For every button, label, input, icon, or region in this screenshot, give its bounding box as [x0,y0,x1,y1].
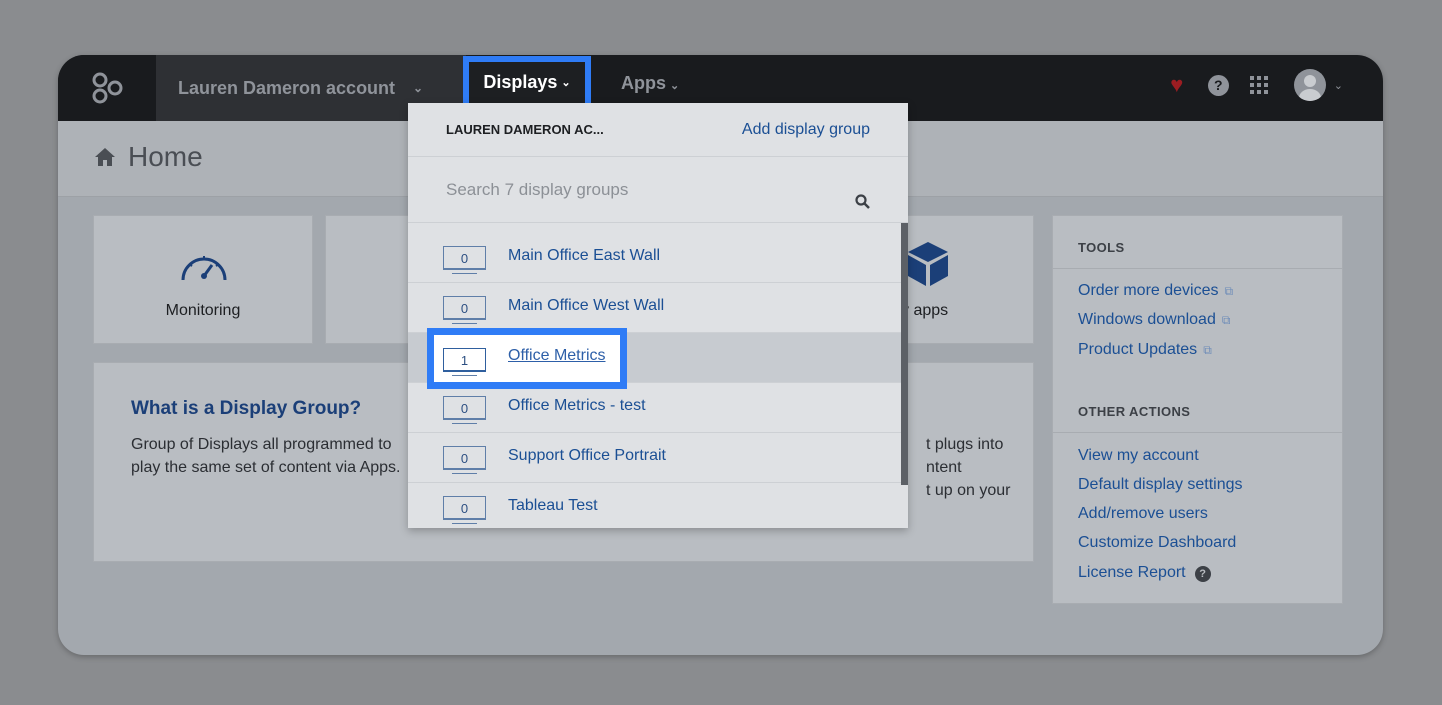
dropdown-scrollbar[interactable] [901,223,908,485]
search-icon[interactable] [855,194,870,209]
displays-dropdown: LAUREN DAMERON AC... Add display group 0… [408,103,908,528]
display-count-badge: 0 [443,396,486,424]
dropdown-search [408,157,908,223]
order-devices-label: Order more devices [1078,282,1219,299]
info-text: Group of Displays all programmed to play… [131,436,401,476]
chevron-down-icon[interactable]: ⌄ [1334,79,1343,92]
display-group-name[interactable]: Tableau Test [508,497,598,515]
chevron-down-icon: ⌄ [413,81,424,95]
help-icon[interactable]: ? [1207,74,1229,96]
topbar-icons: ♥ ? ⌄ [1156,69,1343,101]
display-group-row[interactable]: 0 Support Office Portrait [408,433,901,483]
office-metrics-highlight[interactable]: 1 Office Metrics [427,328,627,389]
display-group-row[interactable]: 0 Main Office West Wall [408,283,901,333]
page-title-text: Home [128,141,203,172]
info-text-right-line: t plugs into [926,436,1004,453]
display-group-search-input[interactable] [446,175,826,205]
divider [1053,432,1342,433]
external-link-icon: ⧉ [1224,284,1234,298]
office-metrics-link[interactable]: Office Metrics [508,347,606,365]
display-group-row[interactable]: 0 Main Office East Wall [408,233,901,283]
app-grid-icon[interactable] [1249,76,1268,94]
cube-icon [908,242,948,286]
heart-icon[interactable]: ♥ [1156,72,1198,98]
gauge-icon [181,256,227,281]
display-group-row[interactable]: 0 Office Metrics - test [408,383,901,433]
display-count-badge: 0 [443,296,486,324]
windows-download-link[interactable]: Windows download ⧉ [1078,311,1230,329]
nav-apps[interactable]: Apps ⌄ [621,73,679,94]
app-logo[interactable] [58,55,156,121]
display-group-name[interactable]: Main Office East Wall [508,247,660,265]
info-text-right-line: t up on your [926,482,1011,499]
display-count-badge: 0 [443,496,486,524]
monitoring-tile[interactable]: Monitoring [93,215,313,344]
home-icon [95,148,115,166]
nav-displays-label: Displays [483,72,558,92]
display-group-name[interactable]: Support Office Portrait [508,447,666,465]
page-title: Home [94,141,203,173]
info-title: What is a Display Group? [131,398,362,419]
add-remove-users-link[interactable]: Add/remove users [1078,505,1208,523]
display-group-name[interactable]: Office Metrics - test [508,397,646,415]
product-updates-label: Product Updates [1078,341,1198,358]
add-display-group-link[interactable]: Add display group [742,121,870,139]
chevron-down-icon: ⌄ [670,80,680,92]
order-devices-link[interactable]: Order more devices ⧉ [1078,282,1233,300]
account-name: Lauren Dameron account [178,77,396,98]
monitoring-label: Monitoring [165,302,241,319]
display-group-name[interactable]: Main Office West Wall [508,297,664,315]
tools-panel: TOOLS Order more devices ⧉ Windows downlo… [1052,215,1343,604]
tools-heading: TOOLS [1078,240,1125,255]
info-text-right: t plugs into ntent t up on your [926,433,1011,502]
chevron-down-icon: ⌄ [561,77,571,89]
info-text-right-line: ntent [926,459,962,476]
avatar[interactable] [1293,69,1326,101]
display-group-row[interactable]: 0 Tableau Test [408,483,901,528]
help-icon: ? [1194,566,1211,582]
other-actions-heading: OTHER ACTIONS [1078,404,1191,419]
default-display-settings-link[interactable]: Default display settings [1078,476,1243,494]
apps-tile-label: y apps [901,302,949,319]
display-count-badge: 0 [443,446,486,474]
dropdown-account-label: LAUREN DAMERON AC... [446,122,604,137]
divider [1053,268,1342,269]
customize-dashboard-link[interactable]: Customize Dashboard [1078,534,1236,552]
view-account-link[interactable]: View my account [1078,447,1199,465]
nav-displays[interactable]: Displays ⌄ [463,56,591,109]
logo-icon [92,72,123,104]
windows-download-label: Windows download [1078,311,1216,328]
dropdown-header: LAUREN DAMERON AC... Add display group [408,103,908,157]
display-count-badge: 0 [443,246,486,274]
external-link-icon: ⧉ [1221,313,1231,327]
display-count-badge: 1 [443,348,486,376]
license-report-link[interactable]: License Report? [1078,564,1211,582]
nav-apps-label: Apps [621,73,666,93]
license-report-label: License Report [1078,564,1186,581]
product-updates-link[interactable]: Product Updates ⧉ [1078,341,1212,359]
external-link-icon: ⧉ [1203,343,1212,357]
